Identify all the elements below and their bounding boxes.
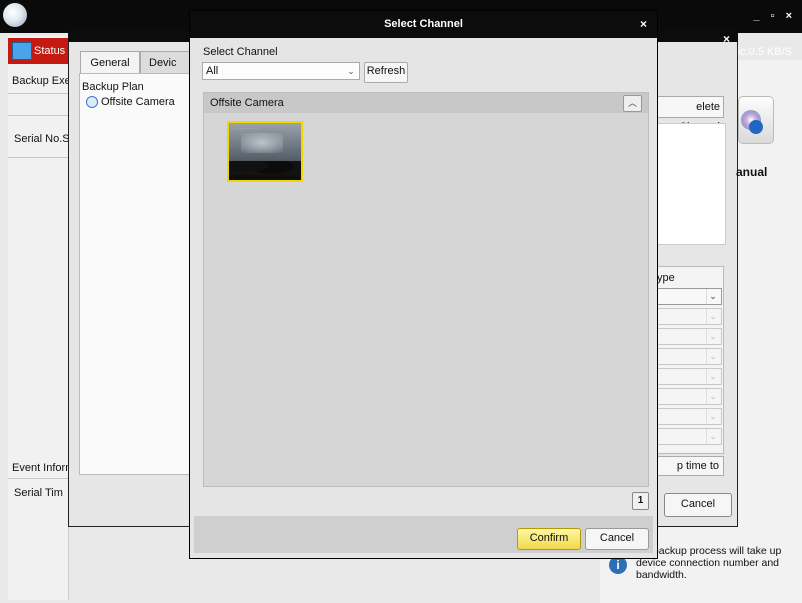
- divider: [8, 157, 68, 158]
- chevron-down-icon: ⌄: [347, 66, 355, 76]
- status-tab-label: Status: [34, 45, 66, 57]
- chevron-down-icon: ⌄: [706, 429, 719, 444]
- serial-column-header: Serial No.Sc: [14, 133, 76, 145]
- clock-icon: [86, 96, 98, 108]
- thumbnail-trees: [229, 161, 301, 180]
- backup-plan-list: [79, 73, 196, 475]
- type-select[interactable]: ⌄: [652, 348, 722, 365]
- divider: [8, 115, 68, 116]
- chevron-down-icon: ⌄: [706, 409, 719, 424]
- manual-label: anual: [736, 165, 768, 179]
- plan-list-item[interactable]: Offsite Camera: [101, 96, 175, 108]
- chevron-down-icon: ⌄: [706, 369, 719, 384]
- chevron-up-icon[interactable]: ︿: [623, 95, 642, 112]
- divider: [8, 93, 68, 94]
- cancel-button[interactable]: Cancel: [585, 528, 649, 550]
- channel-filter-select[interactable]: All: [202, 62, 360, 80]
- camera-thumbnail[interactable]: · · · · · · · · · ·: [227, 121, 303, 182]
- type-select[interactable]: ⌄: [652, 408, 722, 425]
- divider: [8, 478, 68, 479]
- event-information-label: Event Inform: [12, 462, 75, 474]
- select-channel-label: Select Channel: [203, 46, 278, 58]
- thumbnail-timestamp: · · · · · · · · · ·: [235, 126, 259, 131]
- chevron-down-icon: ⌄: [706, 349, 719, 364]
- tab-general[interactable]: General: [80, 51, 140, 74]
- dialog-title: Select Channel: [384, 18, 463, 30]
- chevron-down-icon: ⌄: [706, 289, 719, 304]
- monitor-icon: [12, 42, 32, 60]
- page-number[interactable]: 1: [632, 492, 649, 510]
- event-table-header: Serial Tim: [14, 487, 63, 499]
- chevron-down-icon: ⌄: [706, 309, 719, 324]
- backup-plan-title: Backup Plan: [82, 81, 144, 93]
- delete-channel-button[interactable]: elete Channel: [652, 96, 724, 133]
- thumbnail-sky: [241, 133, 283, 153]
- group-title: Offsite Camera: [210, 97, 284, 109]
- type-select[interactable]: ⌄: [652, 388, 722, 405]
- type-select[interactable]: ⌄: [652, 308, 722, 325]
- type-select[interactable]: ⌄: [652, 288, 722, 305]
- plan-close-icon[interactable]: ×: [723, 32, 730, 46]
- info-icon: i: [609, 556, 627, 574]
- confirm-button[interactable]: Confirm: [517, 528, 581, 550]
- refresh-button[interactable]: Refresh: [364, 62, 408, 83]
- time-to-field[interactable]: p time to: [652, 456, 724, 476]
- chevron-down-icon: ⌄: [706, 329, 719, 344]
- app-logo-icon: [3, 3, 27, 27]
- type-select[interactable]: ⌄: [652, 328, 722, 345]
- chevron-down-icon: ⌄: [706, 389, 719, 404]
- type-select[interactable]: ⌄: [652, 428, 722, 445]
- type-column-header: ype: [657, 272, 675, 284]
- window-controls[interactable]: _ ▫ ×: [753, 10, 796, 22]
- backup-execution-label: Backup Exec: [12, 75, 77, 87]
- plan-cancel-button[interactable]: Cancel: [664, 493, 732, 517]
- backup-panel: [8, 36, 69, 600]
- type-select[interactable]: ⌄: [652, 368, 722, 385]
- channel-list-box: [652, 123, 726, 245]
- tab-device[interactable]: Devic: [140, 51, 192, 73]
- play-icon: [749, 120, 763, 134]
- info-message: nel backup process will take up device c…: [636, 545, 782, 581]
- close-icon[interactable]: ×: [640, 17, 647, 31]
